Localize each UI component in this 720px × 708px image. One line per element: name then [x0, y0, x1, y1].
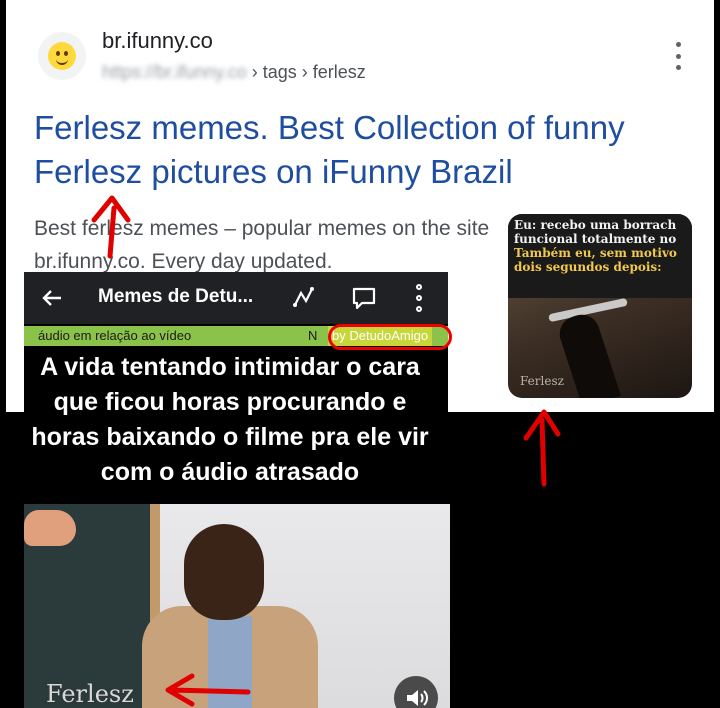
- thumbnail-caption: Eu: recebo uma borrach funcional totalme…: [508, 214, 692, 298]
- thumbnail-line-1: Eu: recebo uma borrach: [514, 218, 677, 232]
- smiley-favicon-icon: [38, 32, 86, 80]
- annotation-arrow-up-thumbnail: [523, 409, 561, 487]
- app-title: Memes de Detu...: [98, 286, 254, 307]
- breadcrumb-url: https://br.ifunny.co: [102, 62, 247, 82]
- thumbnail-watermark: Ferlesz: [520, 374, 564, 388]
- hand-shape: [24, 510, 76, 546]
- volume-icon[interactable]: [394, 676, 438, 708]
- annotation-circle: [328, 324, 452, 350]
- app-more-icon[interactable]: [414, 284, 424, 312]
- trend-icon[interactable]: [292, 285, 318, 311]
- annotation-arrow-left-watermark: [165, 673, 251, 707]
- figure-silhouette: [555, 310, 621, 398]
- result-thumbnail[interactable]: Eu: recebo uma borrach funcional totalme…: [508, 214, 692, 398]
- ticker-fragment: N: [308, 328, 318, 343]
- breadcrumb[interactable]: https://br.ifunny.co › tags › ferlesz: [102, 62, 366, 83]
- breadcrumb-path: › tags › ferlesz: [246, 62, 366, 82]
- man-head: [184, 524, 264, 620]
- thumbnail-line-3: Também eu, sem motivo: [514, 246, 677, 260]
- annotation-arrow-up-title: [91, 195, 131, 259]
- thumbnail-line-2: funcional totalmente no: [514, 232, 677, 246]
- result-title-link[interactable]: Ferlesz memes. Best Collection of funny …: [34, 106, 694, 194]
- site-name[interactable]: br.ifunny.co: [102, 28, 213, 54]
- meme-caption: A vida tentando intimidar o cara que fic…: [31, 353, 429, 486]
- thumbnail-line-4: dois segundos depois:: [514, 260, 662, 274]
- more-vert-icon[interactable]: [670, 42, 686, 70]
- back-arrow-icon[interactable]: [38, 284, 66, 312]
- ticker-text: áudio em relação ao vídeo: [38, 328, 192, 343]
- comment-icon[interactable]: [350, 284, 378, 312]
- meme-watermark: Ferlesz: [46, 680, 134, 708]
- app-toolbar: Memes de Detu...: [24, 272, 448, 324]
